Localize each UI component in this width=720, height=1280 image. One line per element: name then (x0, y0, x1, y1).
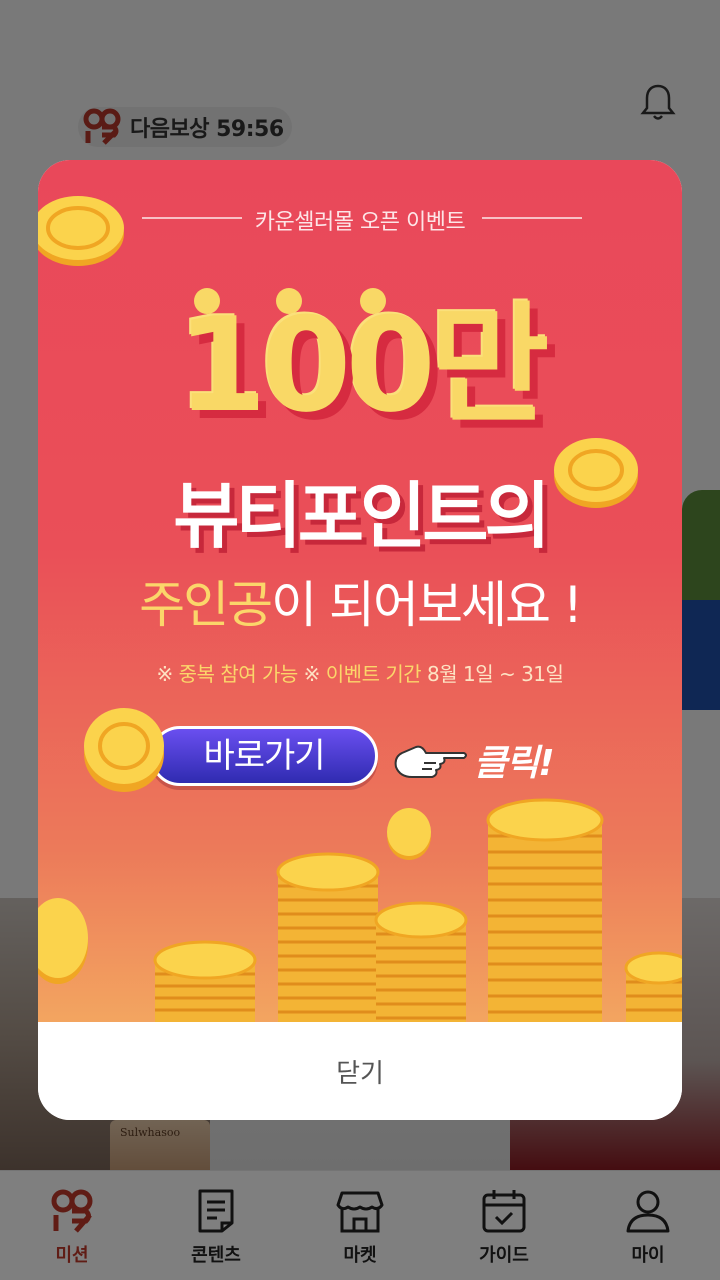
coin-icon (38, 196, 124, 266)
click-hint: 클릭! (392, 734, 555, 786)
notice-duplicate: 중복 참여 가능 (178, 662, 299, 686)
coin-icon (38, 898, 88, 984)
coin-stack-icon (374, 901, 468, 1022)
notice-period-value: 8월 1일 ~ 31일 (427, 662, 564, 686)
event-banner[interactable]: 카운셀러몰 오픈 이벤트 100만 뷰티포인트의 주인공이 되어보세요 ! ※ … (38, 160, 682, 1022)
title-divider-left (142, 217, 242, 219)
close-button[interactable]: 닫기 (38, 1022, 682, 1120)
go-button[interactable]: 바로가기 (150, 726, 378, 786)
click-hint-label: 클릭! (474, 743, 555, 784)
close-label: 닫기 (336, 1058, 384, 1089)
event-title: 카운셀러몰 오픈 이벤트 (38, 204, 682, 236)
coin-stack-icon (153, 940, 257, 1022)
headline-rest: 이 되어보세요 ! (271, 576, 583, 634)
title-divider-right (482, 217, 582, 219)
event-title-text: 카운셀러몰 오픈 이벤트 (254, 210, 466, 235)
headline-highlight: 주인공 (139, 576, 273, 634)
coin-icon (554, 438, 638, 508)
headline-line3: 주인공이 되어보세요 ! (38, 580, 682, 630)
coin-stack-icon (486, 798, 604, 1022)
coin-icon (84, 708, 164, 792)
coin-stack-icon (624, 951, 682, 1022)
event-popup: 카운셀러몰 오픈 이벤트 100만 뷰티포인트의 주인공이 되어보세요 ! ※ … (38, 160, 682, 1120)
notice-mark: ※ (156, 662, 174, 686)
coin-icon (387, 808, 431, 860)
notice-mark: ※ (303, 662, 321, 686)
headline-number: 100만 (176, 289, 550, 441)
event-notice: ※ 중복 참여 가능 ※ 이벤트 기간 8월 1일 ~ 31일 (38, 658, 682, 687)
pointing-hand-icon (394, 745, 467, 778)
coin-stack-icon (276, 852, 380, 1022)
notice-period-label: 이벤트 기간 (325, 662, 422, 686)
